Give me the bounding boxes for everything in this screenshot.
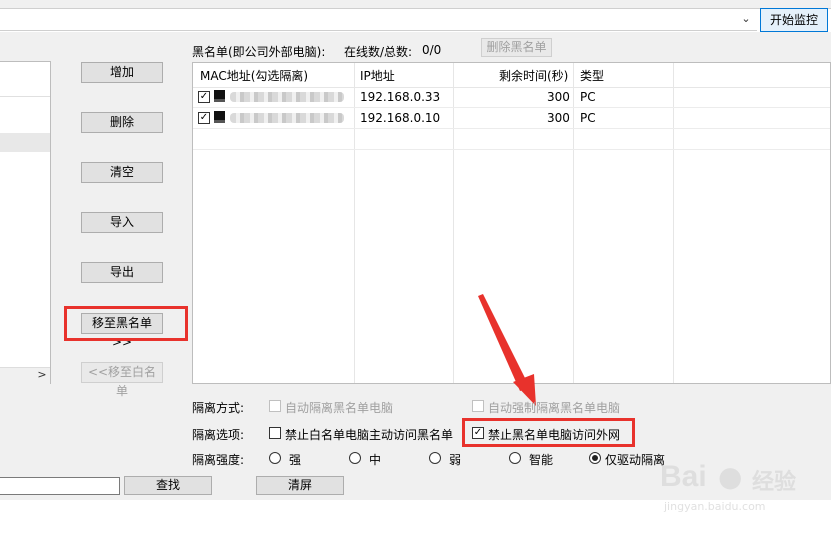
mac-address-redacted bbox=[230, 92, 344, 102]
row-divider bbox=[193, 87, 830, 88]
start-monitor-button[interactable]: 开始监控 bbox=[760, 8, 828, 32]
strength-smart-radio[interactable] bbox=[509, 452, 521, 464]
clear-button[interactable]: 清空 bbox=[81, 162, 163, 183]
row-checkbox[interactable]: ✓ bbox=[198, 91, 210, 103]
watermark-url: jingyan.baidu.com bbox=[664, 500, 766, 513]
strength-medium-label: 中 bbox=[369, 453, 382, 467]
export-button[interactable]: 导出 bbox=[81, 262, 163, 283]
ip-cell: 192.168.0.33 bbox=[360, 90, 441, 104]
highlight-forbid-black-internet bbox=[462, 418, 635, 447]
auto-isolate-label: 自动隔离黑名单电脑 bbox=[285, 401, 394, 415]
whitelist-table[interactable] bbox=[0, 61, 51, 384]
col-divider bbox=[673, 63, 674, 383]
delete-blacklist-button[interactable]: 删除黑名单 bbox=[481, 38, 552, 57]
add-button[interactable]: 增加 bbox=[81, 62, 163, 83]
clear-screen-button[interactable]: 清屏 bbox=[256, 476, 344, 495]
online-count-value: 0/0 bbox=[422, 43, 442, 57]
mac-address-redacted bbox=[230, 113, 344, 123]
column-header-ip[interactable]: IP地址 bbox=[360, 67, 395, 84]
forbid-white-access-checkbox[interactable] bbox=[269, 427, 281, 439]
row-divider bbox=[193, 149, 830, 150]
type-cell: PC bbox=[580, 111, 596, 125]
watermark-brand2: 经验 bbox=[752, 470, 797, 495]
paw-icon: ● bbox=[718, 460, 743, 493]
watermark-logo: Bai ● 经验 jingyan.baidu.com bbox=[660, 460, 831, 520]
ip-cell: 192.168.0.10 bbox=[360, 111, 441, 125]
forbid-white-access-label: 禁止白名单电脑主动访问黑名单 bbox=[285, 428, 454, 442]
online-count-label: 在线数/总数: bbox=[344, 45, 413, 59]
time-cell: 300 bbox=[547, 111, 570, 125]
type-cell: PC bbox=[580, 90, 596, 104]
blacklist-title: 黑名单(即公司外部电脑): bbox=[192, 45, 326, 59]
column-header-type[interactable]: 类型 bbox=[580, 67, 604, 84]
col-divider bbox=[354, 63, 355, 383]
find-button[interactable]: 查找 bbox=[124, 476, 212, 495]
column-header-time[interactable]: 剩余时间(秒) bbox=[499, 67, 568, 84]
column-header-mac[interactable]: MAC地址(勾选隔离) bbox=[200, 67, 308, 84]
row-checkbox[interactable]: ✓ bbox=[198, 112, 210, 124]
isolation-mode-label: 隔离方式: bbox=[192, 401, 245, 415]
row-divider bbox=[193, 128, 830, 129]
force-isolate-label: 自动强制隔离黑名单电脑 bbox=[488, 401, 621, 415]
delete-button[interactable]: 删除 bbox=[81, 112, 163, 133]
import-button[interactable]: 导入 bbox=[81, 212, 163, 233]
move-to-whitelist-button[interactable]: <<移至白名单 bbox=[81, 362, 163, 398]
whitelist-selected-row[interactable] bbox=[0, 133, 50, 152]
isolation-options-label: 隔离选项: bbox=[192, 428, 245, 442]
strength-strong-label: 强 bbox=[289, 453, 302, 467]
force-isolate-checkbox[interactable] bbox=[472, 400, 484, 412]
strength-smart-label: 智能 bbox=[529, 453, 554, 467]
row-divider bbox=[193, 107, 830, 108]
computer-icon bbox=[214, 111, 225, 123]
top-bar bbox=[0, 0, 831, 9]
auto-isolate-checkbox[interactable] bbox=[269, 400, 281, 412]
filter-combo[interactable] bbox=[0, 9, 757, 31]
search-input[interactable] bbox=[0, 477, 120, 495]
time-cell: 300 bbox=[547, 90, 570, 104]
highlight-move-to-blacklist bbox=[64, 306, 188, 341]
whitelist-header bbox=[0, 61, 50, 97]
strength-weak-radio[interactable] bbox=[429, 452, 441, 464]
col-divider bbox=[453, 63, 454, 383]
computer-icon bbox=[214, 90, 225, 102]
strength-strong-radio[interactable] bbox=[269, 452, 281, 464]
strength-weak-label: 弱 bbox=[449, 453, 462, 467]
strength-driver-only-radio[interactable] bbox=[589, 452, 601, 464]
strength-driver-only-label: 仅驱动隔离 bbox=[605, 453, 666, 467]
watermark-brand: Bai bbox=[660, 460, 707, 493]
chevron-down-icon[interactable]: ⌄ bbox=[738, 11, 754, 27]
strength-medium-radio[interactable] bbox=[349, 452, 361, 464]
col-divider bbox=[573, 63, 574, 383]
scroll-right-arrow-icon[interactable]: > bbox=[36, 368, 48, 382]
annotation-arrow bbox=[478, 294, 536, 406]
strength-label: 隔离强度: bbox=[192, 453, 245, 467]
